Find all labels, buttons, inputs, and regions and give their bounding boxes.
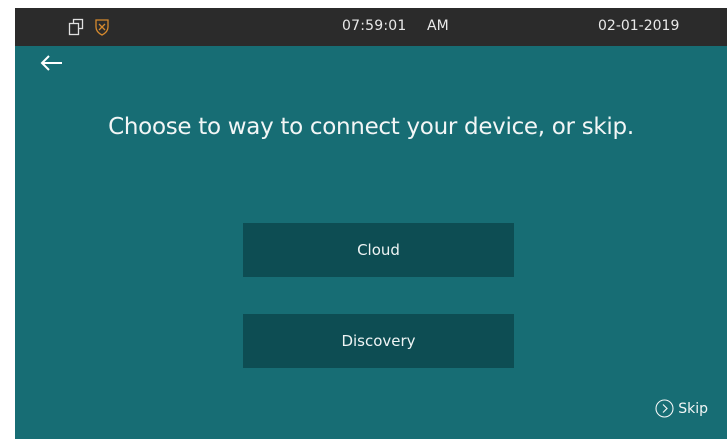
discovery-button[interactable]: Discovery: [243, 314, 514, 368]
clock-ampm: AM: [427, 18, 449, 34]
skip-label: Skip: [678, 400, 708, 417]
cloud-button[interactable]: Cloud: [243, 223, 514, 277]
page-title: Choose to way to connect your device, or…: [108, 114, 634, 140]
clock-time: 07:59:01: [342, 18, 407, 34]
discovery-button-label: Discovery: [341, 332, 416, 350]
cloud-button-label: Cloud: [357, 241, 400, 259]
status-bar: 07:59:01 AM 02-01-2019: [15, 8, 727, 46]
back-button[interactable]: [38, 51, 66, 75]
skip-button[interactable]: Skip: [655, 399, 708, 418]
windows-icon: [67, 18, 85, 36]
back-arrow-icon: [40, 55, 62, 71]
chevron-circle-right-icon: [655, 399, 674, 418]
clock-date: 02-01-2019: [598, 18, 680, 34]
device-screen: 07:59:01 AM 02-01-2019 Choose to way to …: [15, 8, 727, 439]
shield-icon: [93, 18, 111, 36]
